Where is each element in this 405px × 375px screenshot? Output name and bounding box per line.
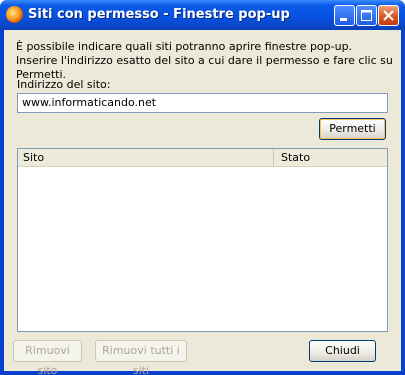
close-dialog-button[interactable]: Chiudi: [309, 340, 376, 362]
description-text: È possibile indicare quali siti potranno…: [16, 40, 393, 81]
remove-all-sites-button[interactable]: Rimuovi tutti i siti: [95, 340, 187, 375]
url-label: Indirizzo del sito:: [17, 78, 111, 91]
remove-site-button[interactable]: Rimuovi sito: [13, 340, 82, 375]
minimize-button[interactable]: [334, 5, 355, 26]
column-header-status[interactable]: Stato: [276, 149, 387, 166]
close-button[interactable]: [378, 5, 399, 26]
dialog-body: È possibile indicare quali siti potranno…: [4, 30, 401, 375]
maximize-icon: [361, 10, 372, 21]
close-icon: [383, 10, 394, 21]
site-list[interactable]: Sito Stato: [17, 148, 388, 332]
firefox-icon: [6, 6, 23, 23]
allow-button[interactable]: Permetti: [319, 118, 386, 140]
title-bar[interactable]: Siti con permesso - Finestre pop-up: [0, 0, 405, 30]
window-title: Siti con permesso - Finestre pop-up: [28, 7, 290, 22]
column-header-site[interactable]: Sito: [18, 149, 274, 166]
maximize-button[interactable]: [356, 5, 377, 26]
minimize-icon: [340, 18, 347, 21]
url-input[interactable]: www.informaticando.net: [17, 93, 388, 113]
list-header: Sito Stato: [18, 149, 387, 167]
dialog-window: Siti con permesso - Finestre pop-up È po…: [0, 0, 405, 375]
